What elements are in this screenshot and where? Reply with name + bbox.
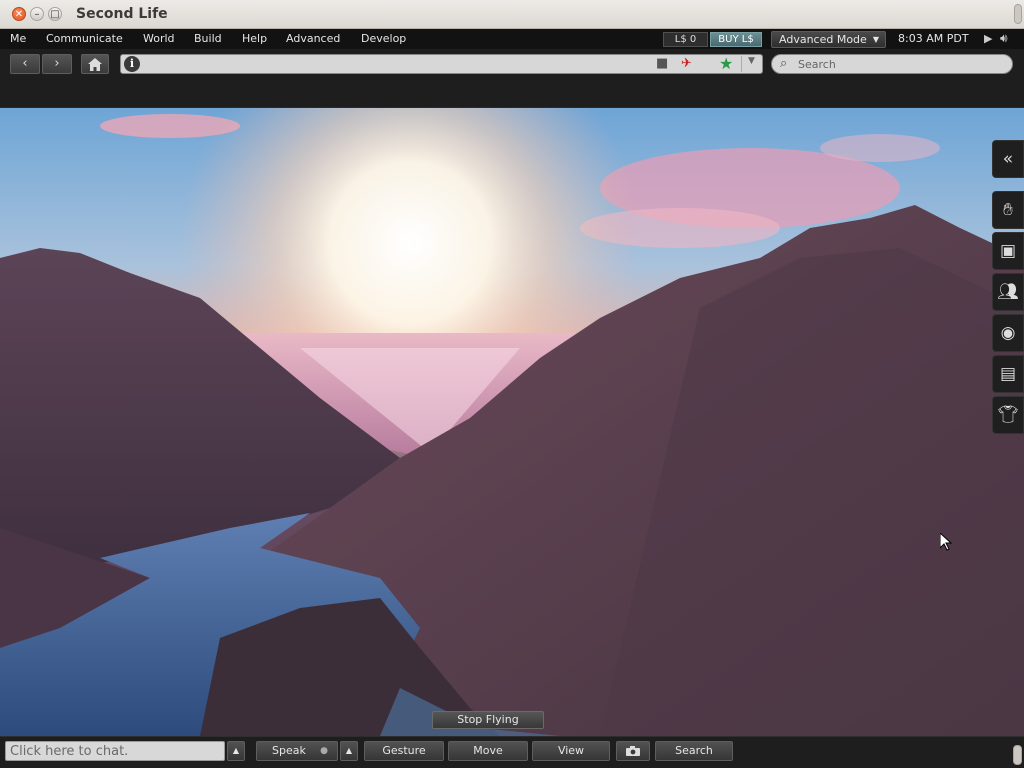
sidebar-people-tab[interactable]: 👥︎	[992, 273, 1024, 311]
menu-develop[interactable]: Develop	[361, 32, 406, 45]
chat-input[interactable]	[10, 743, 220, 759]
location-divider	[741, 56, 742, 72]
house-icon	[88, 58, 102, 71]
resize-handle[interactable]	[1013, 745, 1022, 765]
menu-bar: Me Communicate World Build Help Advanced…	[0, 29, 1024, 49]
sidebar-me-tab[interactable]: ▣	[992, 232, 1024, 270]
menu-advanced[interactable]: Advanced	[286, 32, 340, 45]
buy-linden-button[interactable]: BUY L$	[710, 32, 762, 47]
speak-button[interactable]: Speak ●	[256, 741, 338, 761]
sidebar-appearance-tab[interactable]: 👕︎	[992, 396, 1024, 434]
menu-world[interactable]: World	[143, 32, 175, 45]
location-history-dropdown-icon[interactable]: ▼	[748, 56, 755, 66]
shirt-icon: 👕︎	[997, 405, 1019, 425]
menu-help[interactable]: Help	[242, 32, 267, 45]
speak-label: Speak	[272, 744, 306, 757]
location-bar[interactable]: i ■ ✈ ★ ▼	[120, 54, 763, 74]
menu-me[interactable]: Me	[10, 32, 26, 45]
chat-box[interactable]	[5, 741, 225, 761]
search-box[interactable]: ⌕	[771, 54, 1013, 74]
clock: 8:03 AM PDT	[898, 32, 969, 45]
menu-communicate[interactable]: Communicate	[46, 32, 123, 45]
favorites-bar	[0, 79, 1024, 108]
profile-card-icon: ▣	[999, 241, 1017, 261]
media-play-icon[interactable]: ▶	[984, 32, 992, 45]
snapshot-button[interactable]	[616, 741, 650, 761]
search-button[interactable]: Search	[655, 741, 733, 761]
home-button[interactable]	[81, 54, 109, 74]
window-resize-handle[interactable]	[1014, 4, 1022, 24]
bottom-toolbar: ▲ Speak ● ▲ Gesture Move View Search	[0, 736, 1024, 768]
double-chevron-left-icon: «	[1002, 149, 1014, 169]
volume-icon[interactable]: 🔊︎	[1000, 31, 1008, 46]
world-viewport[interactable]: « ✋︎ ▣ 👥︎ ◉ ▤ 👕︎	[0, 108, 1024, 736]
landscape-scene	[0, 108, 1024, 736]
favorite-star-icon[interactable]: ★	[719, 54, 733, 73]
forward-button[interactable]: ›	[42, 54, 72, 74]
move-button[interactable]: Move	[448, 741, 528, 761]
no-fly-icon[interactable]: ✈	[681, 56, 692, 71]
mode-dropdown-label: Advanced Mode	[779, 33, 867, 46]
back-button[interactable]: ‹	[10, 54, 40, 74]
chevron-up-icon: ▲	[232, 746, 240, 755]
menu-build[interactable]: Build	[194, 32, 222, 45]
hand-icon: ✋︎	[1003, 200, 1013, 220]
window-maximize-button[interactable]: □	[48, 7, 62, 21]
window-close-button[interactable]: ✕	[12, 7, 26, 21]
mode-dropdown[interactable]: Advanced Mode ▼	[771, 31, 886, 48]
no-build-icon[interactable]: ■	[656, 56, 668, 71]
voice-indicator-icon: ●	[320, 746, 328, 756]
camera-icon	[626, 746, 640, 756]
search-input[interactable]	[798, 57, 1003, 71]
mouse-pointer-icon	[940, 533, 952, 551]
window-minimize-button[interactable]: –	[30, 7, 44, 21]
globe-icon: ◉	[1000, 323, 1016, 343]
gesture-button[interactable]: Gesture	[364, 741, 444, 761]
sidebar-collapse-tab[interactable]: «	[992, 140, 1024, 178]
window-titlebar: ✕ – □ Second Life	[0, 0, 1024, 29]
sidebar-places-tab[interactable]: ◉	[992, 314, 1024, 352]
view-button[interactable]: View	[532, 741, 610, 761]
speak-options-button[interactable]: ▲	[340, 741, 358, 761]
window-title: Second Life	[76, 6, 168, 22]
chevron-left-icon: ‹	[22, 56, 28, 71]
chevron-up-icon: ▲	[345, 746, 353, 755]
sidebar-home-tab[interactable]: ✋︎	[992, 191, 1024, 229]
sidebar-inventory-tab[interactable]: ▤	[992, 355, 1024, 393]
search-icon: ⌕	[780, 56, 788, 71]
people-icon: 👥︎	[997, 282, 1019, 302]
info-icon[interactable]: i	[124, 56, 140, 72]
chevron-right-icon: ›	[54, 56, 60, 71]
stop-flying-button[interactable]: Stop Flying	[432, 711, 544, 729]
linden-balance[interactable]: L$ 0	[663, 32, 708, 47]
chevron-down-icon: ▼	[872, 35, 879, 44]
suitcase-icon: ▤	[999, 364, 1017, 384]
navigation-bar: ‹ › i ■ ✈ ★ ▼ ⌕	[0, 49, 1024, 79]
chat-history-button[interactable]: ▲	[227, 741, 245, 761]
